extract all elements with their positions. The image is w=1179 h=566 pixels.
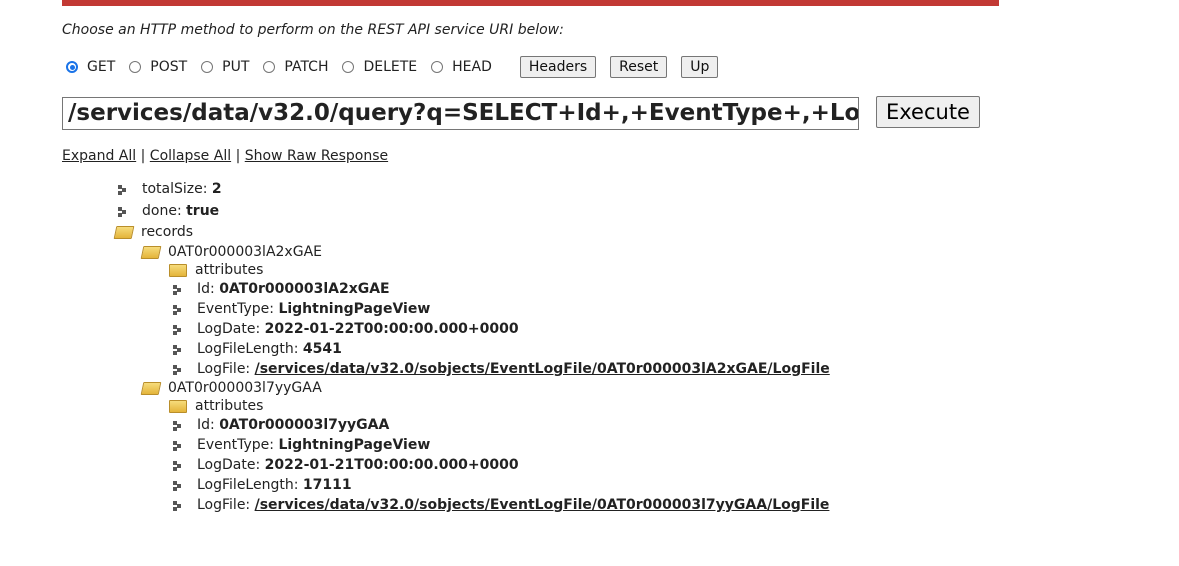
tree-leaf: LogDate: 2022-01-22T00:00:00.000+0000 xyxy=(170,320,830,340)
tree-leaf: Id: 0AT0r000003lA2xGAE xyxy=(170,280,830,300)
up-button[interactable]: Up xyxy=(681,56,719,78)
field-value: LightningPageView xyxy=(278,300,431,317)
radio-icon[interactable] xyxy=(66,61,78,73)
method-delete[interactable]: DELETE xyxy=(342,59,417,75)
expand-all-link[interactable]: Expand All xyxy=(62,148,136,164)
field-key: Id: xyxy=(197,280,215,297)
bullet-icon xyxy=(172,480,183,491)
folder-open-icon[interactable] xyxy=(113,226,135,240)
method-label: DELETE xyxy=(363,59,418,75)
method-label: POST xyxy=(150,59,188,75)
bullet-icon xyxy=(172,344,183,355)
field-value: 17111 xyxy=(302,476,352,493)
folder-closed-icon[interactable] xyxy=(169,264,187,277)
separator: | xyxy=(235,148,241,164)
tree-leaf: LogFile: /services/data/v32.0/sobjects/E… xyxy=(170,496,830,516)
field-key: EventType: xyxy=(197,300,274,317)
folder-open-icon[interactable] xyxy=(140,382,162,395)
field-key: LogFile: xyxy=(197,496,251,513)
field-value: LightningPageView xyxy=(278,436,431,453)
tree-leaf: EventType: LightningPageView xyxy=(170,300,830,320)
field-key: LogFileLength: xyxy=(197,340,299,357)
radio-icon[interactable] xyxy=(201,61,214,73)
uri-input[interactable]: /services/data/v32.0/query?q=SELECT+Id+,… xyxy=(62,97,859,130)
tree-node-attributes[interactable]: attributes xyxy=(169,262,830,280)
tree-leaf: LogFile: /services/data/v32.0/sobjects/E… xyxy=(170,360,830,380)
method-label: PUT xyxy=(222,59,250,75)
method-put[interactable]: PUT xyxy=(201,59,249,75)
field-value: 2022-01-21T00:00:00.000+0000 xyxy=(264,456,519,473)
tree-leaf: LogDate: 2022-01-21T00:00:00.000+0000 xyxy=(170,456,830,476)
radio-icon[interactable] xyxy=(263,61,276,73)
field-value: true xyxy=(186,202,220,219)
method-head[interactable]: HEAD xyxy=(431,59,492,75)
bullet-icon xyxy=(172,460,183,471)
node-label: records xyxy=(141,224,194,240)
headers-button[interactable]: Headers xyxy=(519,56,597,78)
tree-leaf: LogFileLength: 17111 xyxy=(170,476,830,496)
method-get[interactable]: GET xyxy=(66,59,115,75)
response-tree: totalSize: 2 done: true records 0AT0r000… xyxy=(113,179,830,516)
bullet-icon xyxy=(172,284,183,295)
field-key: totalSize: xyxy=(142,181,208,197)
field-key: LogFileLength: xyxy=(197,476,299,493)
bullet-icon xyxy=(172,500,183,511)
logfile-link[interactable]: /services/data/v32.0/sobjects/EventLogFi… xyxy=(255,359,830,381)
tree-actions: Expand All | Collapse All | Show Raw Res… xyxy=(62,148,388,164)
field-value: 4541 xyxy=(302,340,342,357)
http-method-group: GET POST PUT PATCH DELETE HEAD Headers R… xyxy=(66,56,719,78)
folder-closed-icon[interactable] xyxy=(169,400,187,413)
field-key: LogDate: xyxy=(197,320,261,337)
method-post[interactable]: POST xyxy=(129,59,187,75)
bullet-icon xyxy=(117,184,128,195)
collapse-all-link[interactable]: Collapse All xyxy=(150,148,231,164)
tree-leaf: EventType: LightningPageView xyxy=(170,436,830,456)
method-label: GET xyxy=(87,59,116,75)
method-label: HEAD xyxy=(452,59,492,75)
field-value: 0AT0r000003l7yyGAA xyxy=(219,416,390,433)
field-key: Id: xyxy=(197,416,215,433)
bullet-icon xyxy=(172,324,183,335)
radio-icon[interactable] xyxy=(431,61,444,73)
header-accent-bar xyxy=(62,0,999,6)
reset-button[interactable]: Reset xyxy=(610,56,668,78)
show-raw-response-link[interactable]: Show Raw Response xyxy=(245,148,388,164)
tree-leaf: Id: 0AT0r000003l7yyGAA xyxy=(170,416,830,436)
field-key: LogDate: xyxy=(197,456,261,473)
tree-leaf: done: true xyxy=(115,201,830,223)
field-key: EventType: xyxy=(197,436,274,453)
radio-icon[interactable] xyxy=(129,61,142,73)
execute-button[interactable]: Execute xyxy=(876,96,980,128)
tree-leaf: totalSize: 2 xyxy=(115,179,830,201)
tree-leaf: LogFileLength: 4541 xyxy=(170,340,830,360)
folder-open-icon[interactable] xyxy=(140,246,162,259)
method-label: PATCH xyxy=(284,59,329,75)
tree-node-attributes[interactable]: attributes xyxy=(169,398,830,416)
bullet-icon xyxy=(172,364,183,375)
field-value: 2 xyxy=(211,181,222,197)
instructions: Choose an HTTP method to perform on the … xyxy=(62,22,564,38)
tree-node-records[interactable]: records xyxy=(113,222,830,244)
field-value: 2022-01-22T00:00:00.000+0000 xyxy=(264,320,519,337)
bullet-icon xyxy=(172,420,183,431)
bullet-icon xyxy=(172,304,183,315)
separator: | xyxy=(140,148,146,164)
bullet-icon xyxy=(117,206,128,217)
method-patch[interactable]: PATCH xyxy=(263,59,328,75)
radio-icon[interactable] xyxy=(342,61,355,73)
field-value: 0AT0r000003lA2xGAE xyxy=(219,280,390,297)
bullet-icon xyxy=(172,440,183,451)
logfile-link[interactable]: /services/data/v32.0/sobjects/EventLogFi… xyxy=(255,495,830,517)
field-key: done: xyxy=(142,202,182,219)
